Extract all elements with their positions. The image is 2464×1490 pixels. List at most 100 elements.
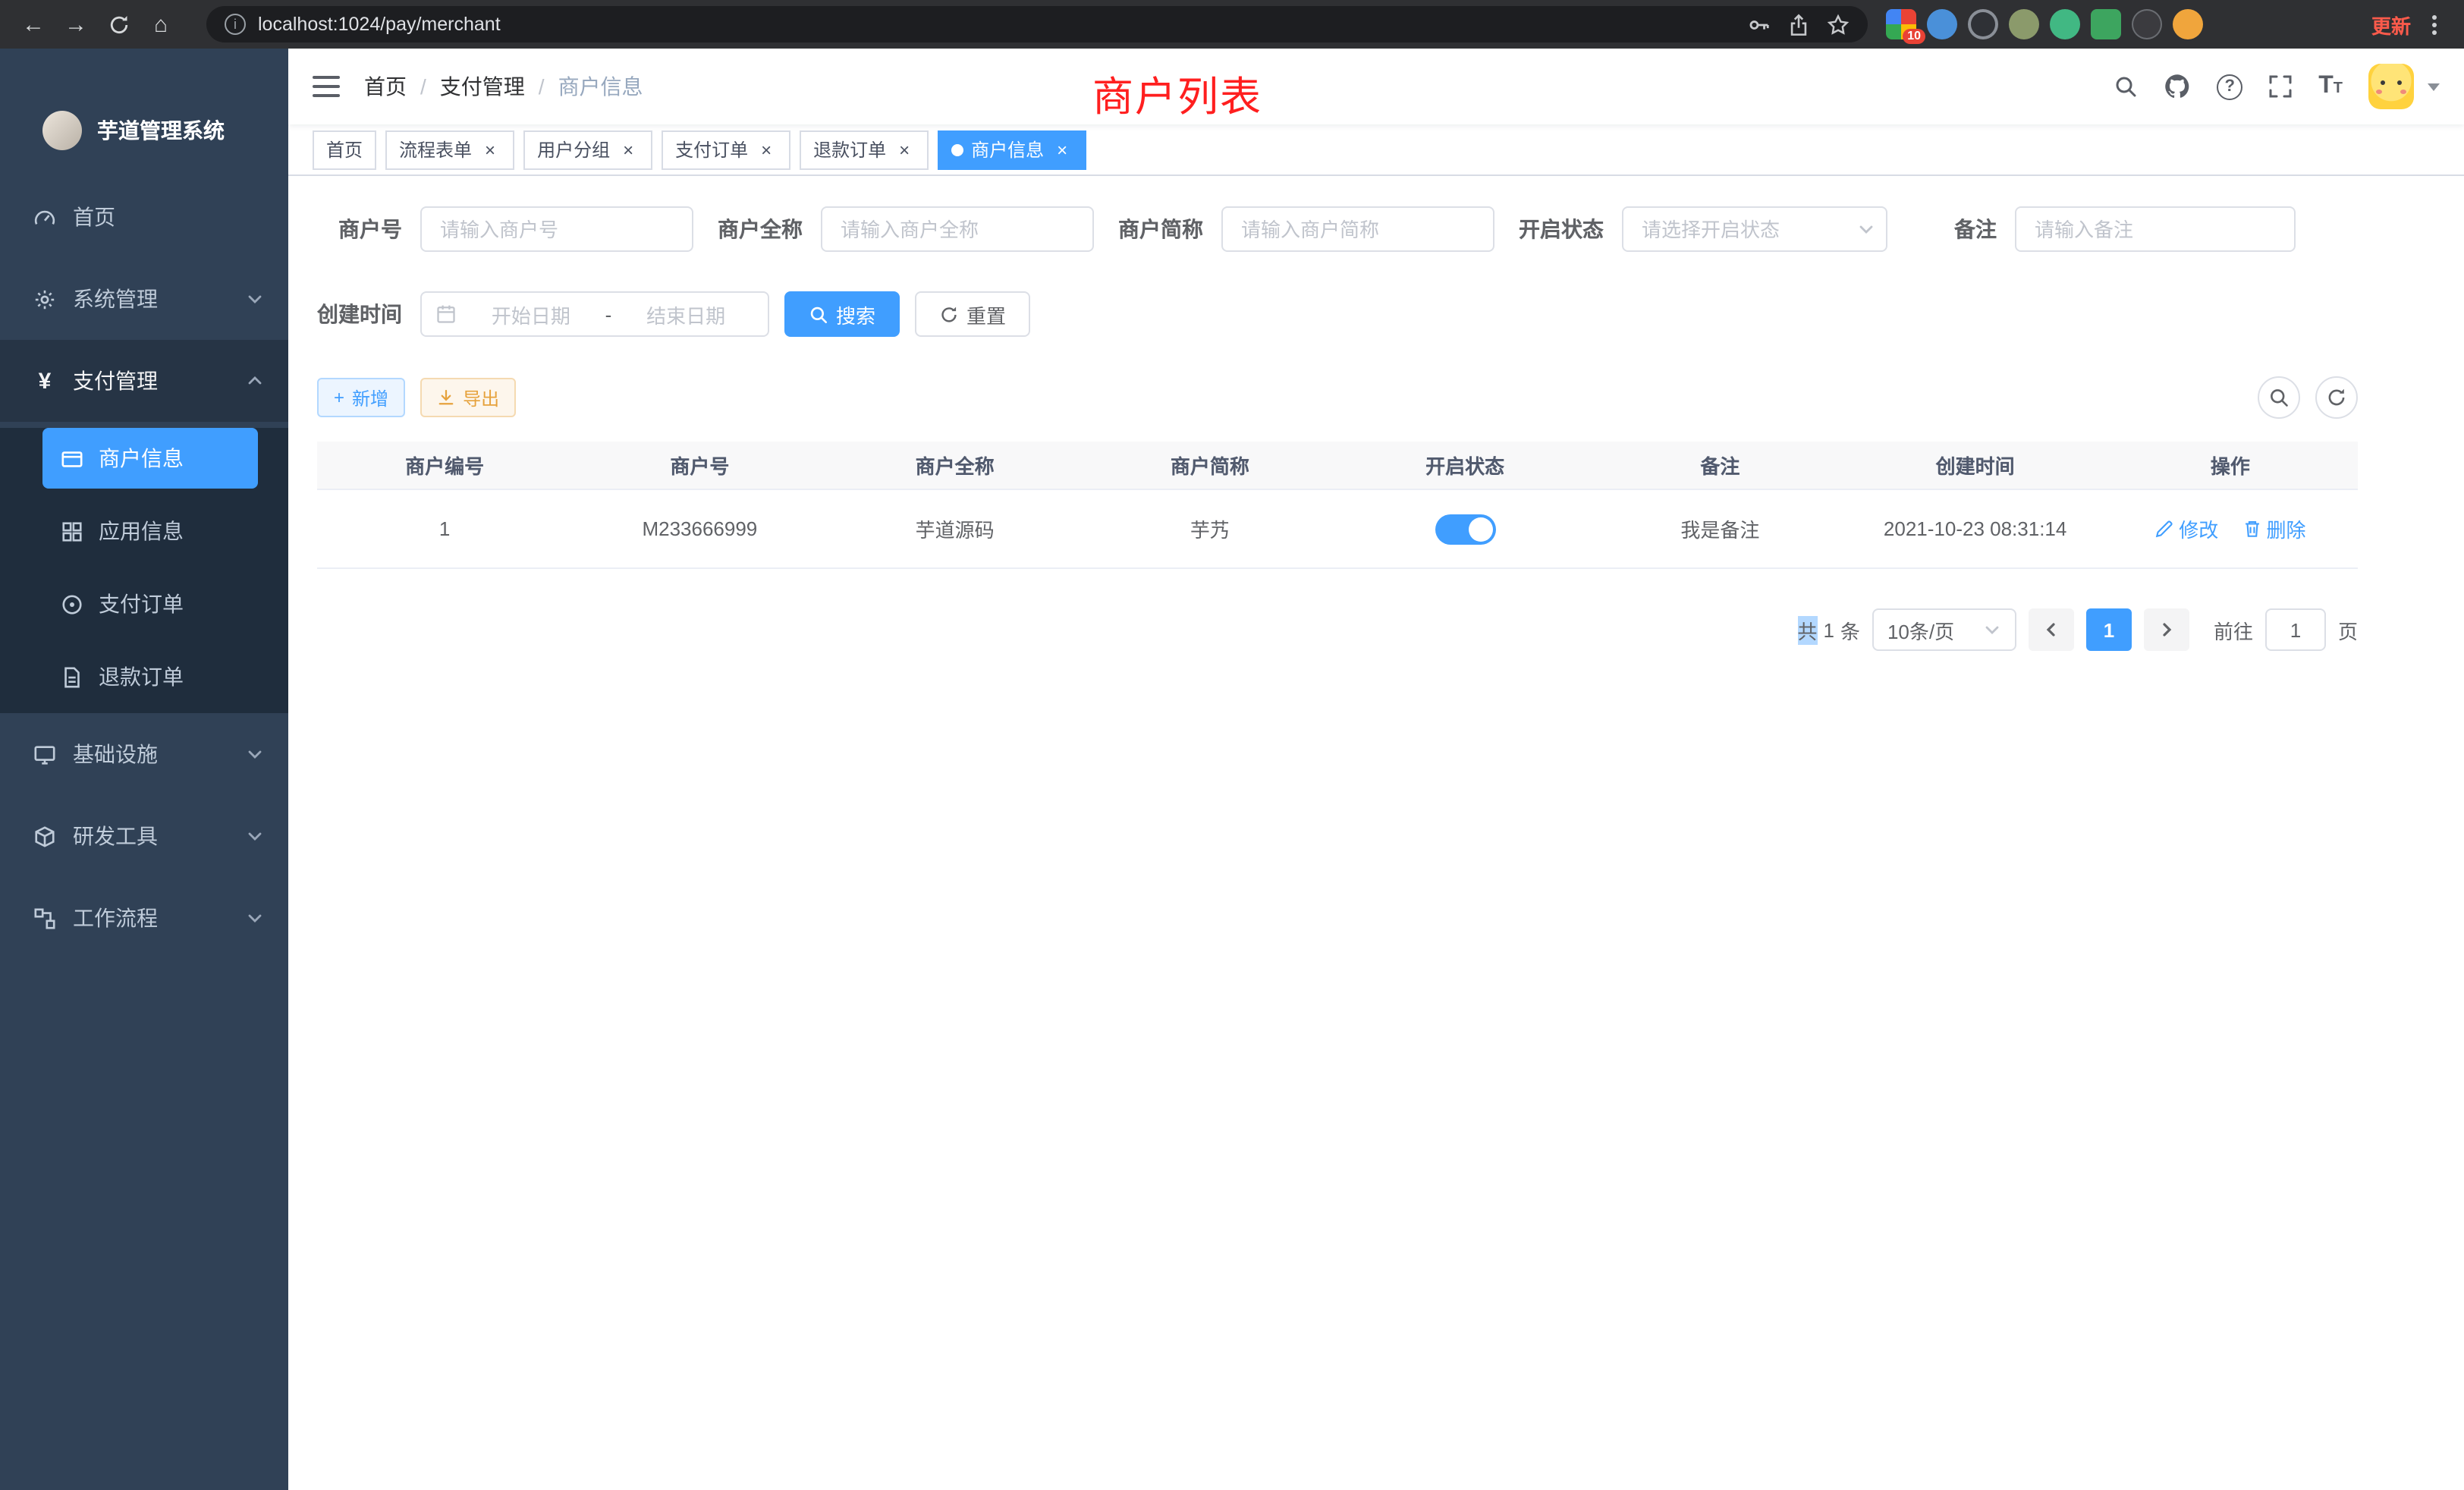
merchant-name-input[interactable] [821, 206, 1094, 252]
merchant-table: 商户编号 商户号 商户全称 商户简称 开启状态 备注 创建时间 操作 1 M23… [317, 442, 2358, 569]
sidebar-item-label: 支付订单 [99, 589, 184, 619]
status-select[interactable] [1622, 206, 1887, 252]
browser-reload-icon[interactable] [100, 6, 137, 42]
extension-icon-4[interactable] [2009, 9, 2039, 39]
cell-merchant-id: 1 [317, 517, 572, 540]
cell-merchant-no: M233666999 [572, 517, 827, 540]
fullscreen-icon[interactable] [2268, 74, 2293, 99]
search-button[interactable]: 搜索 [784, 291, 900, 337]
next-page-button[interactable] [2144, 608, 2189, 651]
navbar-right-menu: ? TT [2114, 64, 2440, 109]
status-toggle[interactable] [1435, 514, 1495, 544]
goto-page-input[interactable] [2265, 608, 2326, 651]
sidebar-item-home[interactable]: 首页 [0, 176, 288, 258]
tab-refund-orders[interactable]: 退款订单 × [800, 130, 929, 169]
header-search-icon[interactable] [2114, 74, 2138, 99]
page-number-button[interactable]: 1 [2086, 608, 2132, 651]
create-time-label: 创建时间 [317, 299, 402, 329]
sidebar-item-workflow[interactable]: 工作流程 [0, 877, 288, 959]
font-size-icon[interactable]: TT [2318, 76, 2343, 97]
sidebar-item-label: 商户信息 [99, 443, 184, 473]
filter-row-1: 商户号 商户全称 商户简称 开启状态 [317, 206, 2358, 252]
refresh-button[interactable] [2315, 376, 2358, 419]
plus-icon: + [334, 387, 344, 408]
breadcrumb-payment[interactable]: 支付管理 [440, 71, 525, 102]
table-toolbar: + 新增 导出 [317, 376, 2358, 419]
goto-label: 前往 [2214, 615, 2253, 644]
extension-icon-6[interactable] [2091, 9, 2121, 39]
browser-update-button[interactable]: 更新 [2371, 10, 2411, 39]
export-button[interactable]: 导出 [420, 378, 516, 417]
user-avatar[interactable] [2368, 64, 2414, 109]
share-icon[interactable] [1789, 13, 1809, 36]
sidebar-item-system[interactable]: 系统管理 [0, 258, 288, 340]
tab-close-icon[interactable]: × [1051, 139, 1073, 160]
site-info-icon[interactable]: i [225, 14, 246, 35]
browser-back-icon[interactable]: ← [15, 6, 52, 42]
extension-icon-2[interactable] [1927, 9, 1957, 39]
sidebar-toggle-icon[interactable] [313, 74, 340, 99]
add-button[interactable]: + 新增 [317, 378, 405, 417]
extension-icon-5[interactable] [2050, 9, 2080, 39]
status-label: 开启状态 [1519, 214, 1604, 244]
bookmark-star-icon[interactable] [1827, 13, 1850, 36]
browser-home-icon[interactable]: ⌂ [143, 6, 179, 42]
help-icon[interactable]: ? [2217, 74, 2242, 99]
monitor-icon [33, 743, 56, 765]
sidebar-item-refund-orders[interactable]: 退款订单 [0, 640, 288, 713]
breadcrumb-home[interactable]: 首页 [364, 71, 407, 102]
merchant-id-input[interactable] [420, 206, 693, 252]
date-separator: - [605, 303, 612, 325]
extension-icon-3[interactable] [1968, 9, 1998, 39]
extension-icon-8[interactable] [2173, 9, 2203, 39]
remark-input[interactable] [2015, 206, 2296, 252]
breadcrumb-separator: / [539, 74, 545, 99]
browser-toolbar: ← → ⌂ i localhost:1024/pay/merchant [0, 0, 2464, 49]
tab-close-icon[interactable]: × [756, 139, 777, 160]
sidebar-item-payment[interactable]: ¥ 支付管理 [0, 340, 288, 422]
edit-link[interactable]: 修改 [2154, 514, 2218, 543]
sidebar-item-infrastructure[interactable]: 基础设施 [0, 713, 288, 795]
tab-close-icon[interactable]: × [618, 139, 639, 160]
date-start-placeholder[interactable]: 开始日期 [463, 300, 599, 328]
breadcrumb-current: 商户信息 [558, 71, 643, 102]
tab-merchant-info[interactable]: 商户信息 × [938, 130, 1086, 169]
tab-close-icon[interactable]: × [894, 139, 915, 160]
dashboard-icon [33, 206, 56, 228]
url-text[interactable]: localhost:1024/pay/merchant [258, 14, 501, 35]
date-range-picker[interactable]: 开始日期 - 结束日期 [420, 291, 769, 337]
pagination: 共 1 条 10条/页 [317, 608, 2358, 651]
chevron-down-icon [246, 290, 264, 308]
reset-button[interactable]: 重置 [915, 291, 1030, 337]
refund-doc-icon [61, 665, 83, 688]
delete-link[interactable]: 删除 [2242, 514, 2306, 543]
sidebar-item-label: 应用信息 [99, 516, 184, 546]
tab-payment-orders[interactable]: 支付订单 × [662, 130, 790, 169]
sidebar-item-payment-orders[interactable]: 支付订单 [0, 567, 288, 640]
extension-icon-1[interactable]: 10 [1886, 9, 1916, 39]
sidebar-item-app-info[interactable]: 应用信息 [0, 495, 288, 567]
sidebar-item-dev-tools[interactable]: 研发工具 [0, 795, 288, 877]
page-size-select[interactable]: 10条/页 [1872, 608, 2016, 651]
extension-icon-7[interactable] [2132, 9, 2162, 39]
tab-close-icon[interactable]: × [479, 139, 501, 160]
tab-process-form[interactable]: 流程表单 × [385, 130, 514, 169]
screen: ← → ⌂ i localhost:1024/pay/merchant [0, 0, 2464, 1490]
app-logo[interactable]: 芋道管理系统 [0, 49, 288, 176]
merchant-short-name-input[interactable] [1221, 206, 1494, 252]
tab-user-group[interactable]: 用户分组 × [523, 130, 652, 169]
sidebar-item-merchant-info[interactable]: 商户信息 [42, 428, 258, 489]
page-content: 商户号 商户全称 商户简称 开启状态 [288, 176, 2464, 1490]
password-key-icon[interactable] [1748, 13, 1771, 36]
address-bar[interactable]: i localhost:1024/pay/merchant [206, 6, 1868, 42]
browser-menu-icon[interactable] [2432, 22, 2437, 27]
tab-home[interactable]: 首页 [313, 130, 376, 169]
prev-page-button[interactable] [2029, 608, 2074, 651]
browser-forward-icon[interactable]: → [58, 6, 94, 42]
avatar-caret-icon[interactable] [2428, 83, 2440, 90]
date-end-placeholder[interactable]: 结束日期 [618, 300, 754, 328]
col-actions: 操作 [2103, 451, 2358, 479]
github-icon[interactable] [2164, 73, 2191, 100]
table-header-row: 商户编号 商户号 商户全称 商户简称 开启状态 备注 创建时间 操作 [317, 442, 2358, 490]
show-search-toggle-button[interactable] [2258, 376, 2300, 419]
